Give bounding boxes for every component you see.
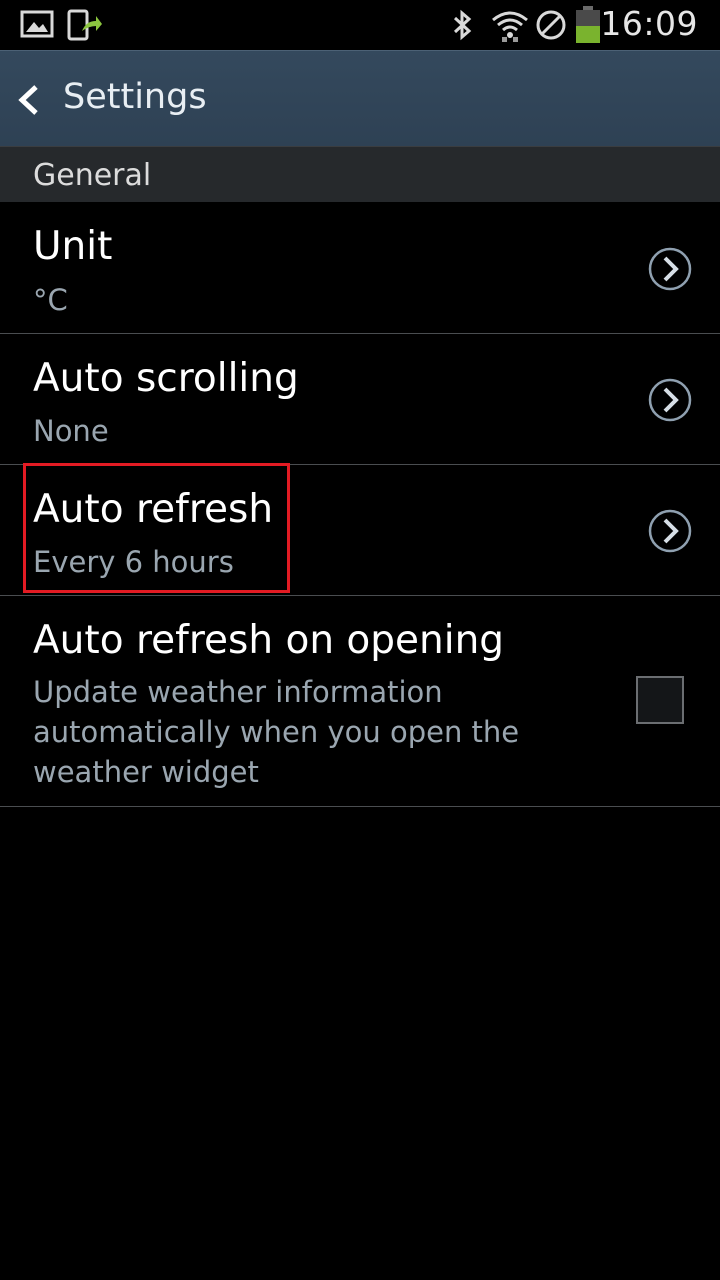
setting-summary: °C: [33, 283, 68, 317]
setting-row-auto-scrolling[interactable]: Auto scrolling None: [0, 334, 720, 465]
back-button[interactable]: Settings: [0, 51, 230, 147]
status-time: 16:09: [600, 4, 698, 43]
chevron-right-icon[interactable]: [647, 508, 693, 559]
battery-icon: [575, 6, 601, 49]
action-bar: Settings: [0, 50, 720, 146]
setting-row-auto-refresh-on-opening[interactable]: Auto refresh on opening Update weather i…: [0, 596, 720, 807]
do-not-disturb-icon: [535, 9, 567, 46]
setting-summary: None: [33, 414, 109, 448]
auto-refresh-on-opening-checkbox[interactable]: [636, 676, 684, 724]
status-bar: 16:09: [0, 0, 720, 50]
phone-update-icon: [66, 9, 102, 46]
setting-summary: Update weather information automatically…: [33, 675, 520, 789]
page-title: Settings: [63, 77, 207, 117]
setting-title: Auto refresh on opening: [33, 618, 505, 663]
chevron-right-icon[interactable]: [647, 246, 693, 297]
wifi-icon: [491, 9, 529, 48]
highlight-box: [23, 463, 290, 593]
setting-row-unit[interactable]: Unit °C: [0, 202, 720, 334]
section-title: General: [33, 158, 152, 193]
section-header: General: [0, 146, 720, 202]
bluetooth-icon: [451, 9, 475, 46]
setting-title: Auto scrolling: [33, 356, 299, 401]
setting-title: Unit: [33, 224, 113, 269]
image-notification-icon: [20, 9, 54, 44]
chevron-left-icon: [14, 83, 42, 122]
chevron-right-icon[interactable]: [647, 377, 693, 428]
